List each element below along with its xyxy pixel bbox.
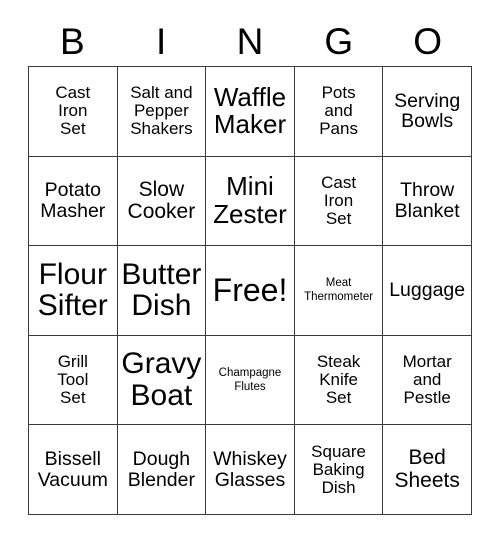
bingo-cell-label: Salt and Pepper Shakers: [130, 83, 193, 139]
bingo-cell[interactable]: Whiskey Glasses: [206, 425, 295, 515]
bingo-row: Grill Tool Set Gravy Boat Champagne Flut…: [29, 335, 472, 426]
bingo-cell-label: Cast Iron Set: [55, 83, 91, 139]
bingo-cell[interactable]: Flour Sifter: [29, 246, 118, 336]
bingo-cell-label: Square Baking Dish: [311, 441, 366, 497]
bingo-cell[interactable]: Mortar and Pestle: [383, 335, 472, 426]
bingo-cell[interactable]: Meat Thermometer: [294, 246, 384, 336]
bingo-header: B I N G O: [28, 16, 472, 66]
bingo-cell[interactable]: Butter Dish: [117, 246, 207, 336]
bingo-cell-label: Waffle Maker: [213, 81, 287, 140]
bingo-row: Potato Masher Slow Cooker Mini Zester Ca…: [29, 156, 472, 247]
bingo-cell-label: Pots and Pans: [319, 83, 358, 139]
bingo-cell[interactable]: Gravy Boat: [117, 335, 207, 426]
header-letter-b: B: [60, 20, 85, 62]
bingo-cell[interactable]: Waffle Maker: [206, 67, 295, 157]
header-letter-o: O: [413, 20, 442, 62]
bingo-cell-label: Bissell Vacuum: [37, 448, 108, 491]
bingo-row: Bissell Vacuum Dough Blender Whiskey Gla…: [29, 425, 472, 515]
bingo-cell-label: Meat Thermometer: [304, 277, 374, 304]
bingo-cell-label: Dough Blender: [127, 448, 195, 491]
bingo-cell-label: Serving Bowls: [394, 89, 461, 133]
bingo-cell-label: Whiskey Glasses: [213, 448, 287, 491]
bingo-cell[interactable]: Grill Tool Set: [29, 335, 118, 426]
bingo-cell[interactable]: Cast Iron Set: [29, 67, 118, 157]
bingo-cell[interactable]: Serving Bowls: [383, 67, 472, 157]
bingo-cell[interactable]: Dough Blender: [117, 425, 207, 515]
bingo-cell-label: Luggage: [389, 279, 466, 302]
bingo-cell-label: Potato Masher: [40, 179, 106, 222]
bingo-cell[interactable]: Square Baking Dish: [294, 425, 384, 515]
bingo-cell-label: Throw Blanket: [394, 179, 460, 222]
bingo-cell[interactable]: Potato Masher: [29, 156, 118, 247]
free-space-label: Free!: [212, 271, 288, 308]
bingo-cell[interactable]: Cast Iron Set: [294, 156, 384, 247]
bingo-cell-label: Slow Cooker: [127, 177, 196, 223]
bingo-cell-free-space[interactable]: Free!: [206, 246, 295, 336]
bingo-cell[interactable]: Luggage: [383, 246, 472, 336]
bingo-cell[interactable]: Bed Sheets: [383, 425, 472, 515]
bingo-cell-label: Steak Knife Set: [316, 352, 361, 408]
bingo-cell-label: Butter Dish: [121, 257, 202, 323]
bingo-cell-label: Champagne Flutes: [218, 367, 282, 394]
header-letter-n: N: [236, 20, 264, 62]
bingo-card: B I N G O Cast Iron Set Salt and Pepper …: [0, 0, 500, 544]
bingo-cell-label: Flour Sifter: [37, 257, 108, 323]
bingo-cell[interactable]: Bissell Vacuum: [29, 425, 118, 515]
bingo-row: Flour Sifter Butter Dish Free! Meat Ther…: [29, 246, 472, 336]
bingo-cell[interactable]: Pots and Pans: [294, 67, 384, 157]
bingo-cell[interactable]: Throw Blanket: [383, 156, 472, 247]
header-letter-i: I: [156, 20, 167, 62]
bingo-cell[interactable]: Steak Knife Set: [294, 335, 384, 426]
bingo-cell-label: Mortar and Pestle: [402, 352, 452, 408]
bingo-row: Cast Iron Set Salt and Pepper Shakers Wa…: [29, 67, 472, 157]
bingo-cell[interactable]: Mini Zester: [206, 156, 295, 247]
bingo-cell-label: Gravy Boat: [121, 347, 202, 413]
bingo-cell[interactable]: Champagne Flutes: [206, 335, 295, 426]
bingo-grid: Cast Iron Set Salt and Pepper Shakers Wa…: [28, 66, 472, 515]
bingo-cell-label: Cast Iron Set: [321, 172, 357, 228]
header-letter-g: G: [324, 20, 354, 62]
bingo-cell-label: Grill Tool Set: [57, 352, 89, 408]
bingo-cell-label: Bed Sheets: [394, 446, 460, 492]
bingo-cell[interactable]: Slow Cooker: [117, 156, 207, 247]
bingo-cell[interactable]: Salt and Pepper Shakers: [117, 67, 207, 157]
bingo-cell-label: Mini Zester: [213, 171, 287, 229]
